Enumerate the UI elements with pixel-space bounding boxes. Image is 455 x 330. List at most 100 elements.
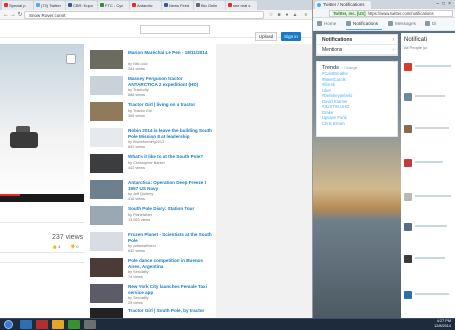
- related-video[interactable]: What's it like to at the South Pole? by …: [88, 152, 214, 178]
- video-player[interactable]: [0, 44, 84, 202]
- taskbar-app-icon[interactable]: [84, 320, 96, 329]
- avatar[interactable]: [404, 159, 412, 167]
- window-controls[interactable]: –□×: [436, 1, 454, 7]
- video-title-link[interactable]: What's it like to at the South Pole?: [128, 154, 212, 160]
- channel-name: by Christopher Barker: [128, 161, 165, 165]
- avatar[interactable]: [404, 291, 412, 299]
- video-title-link[interactable]: Antarctica: Operation Deep Freeze I 1957…: [128, 180, 212, 191]
- like-button[interactable]: 👍 4: [52, 244, 60, 249]
- related-video[interactable]: Massey Ferguson tractor ANTARCTICA 2 exp…: [88, 74, 214, 100]
- player-controls[interactable]: [0, 194, 84, 202]
- page-margin: [216, 44, 312, 318]
- avatar[interactable]: [404, 63, 412, 71]
- reload-icon[interactable]: ↻: [16, 11, 24, 19]
- address-bar[interactable]: Snow Rover.com/t: [24, 11, 264, 19]
- tab-2[interactable]: (73) Twitter: [34, 1, 65, 10]
- extension-icon[interactable]: ▲: [292, 12, 298, 18]
- related-video[interactable]: Marion Maréchal Le Pen - 18/11/2014 by N…: [88, 48, 214, 74]
- video-thumbnail[interactable]: [90, 180, 123, 199]
- view-count: 692 views: [128, 145, 145, 149]
- related-video[interactable]: New York City launches Female Taxi servi…: [88, 282, 214, 308]
- left-toolbar: ← → ↻ Snow Rover.com/t ☆ ■ ● ▲ ≡: [0, 10, 312, 20]
- progress-bar[interactable]: [0, 194, 20, 196]
- avatar[interactable]: [404, 125, 412, 133]
- video-title-link[interactable]: Frozen Planet - Scientists at the South …: [128, 232, 212, 243]
- video-thumbnail[interactable]: [90, 206, 123, 225]
- change-trends-link[interactable]: · Change: [342, 66, 358, 70]
- video-thumbnail[interactable]: [90, 308, 123, 318]
- start-button[interactable]: [4, 320, 13, 329]
- tab-4[interactable]: FTC - Cyc: [98, 1, 129, 10]
- trend-link[interactable]: Chris Brown: [322, 121, 392, 127]
- video-title-link[interactable]: Robin 2014 is leave the building South P…: [128, 128, 212, 139]
- video-thumbnail[interactable]: [90, 258, 123, 277]
- menu-item-mentions[interactable]: Mentions ›: [317, 45, 397, 55]
- extension-icon[interactable]: ■: [276, 12, 282, 18]
- channel-name: by yetibestfriend: [128, 244, 156, 248]
- twitter-window: Twitter / Notifications –□× Twitter, Inc…: [312, 0, 455, 318]
- video-title-link[interactable]: South Pole Diary: Station Tour: [128, 206, 212, 212]
- taskbar-app-icon[interactable]: [68, 320, 80, 329]
- tab-7[interactable]: Bio Onlin: [194, 1, 225, 10]
- video-title-link[interactable]: Massey Ferguson tractor ANTARCTICA 2 exp…: [128, 76, 212, 87]
- system-clock[interactable]: 4:27 PM 12/8/2014: [434, 319, 451, 329]
- like-bar: 👍 4 👎 0: [52, 244, 79, 249]
- avatar[interactable]: [404, 223, 412, 231]
- taskbar-app-icon[interactable]: [20, 320, 32, 329]
- video-thumbnail[interactable]: [90, 232, 123, 251]
- sign-in-button[interactable]: Sign in: [281, 32, 301, 41]
- related-video[interactable]: South Pole Diary: Station Tour by Planet…: [88, 204, 214, 230]
- related-video[interactable]: Frozen Planet - Scientists at the South …: [88, 230, 214, 256]
- video-title-link[interactable]: Tractor Girl | living on a tractor: [128, 102, 212, 108]
- video-title-link[interactable]: Tractor Girl | South Pole, by tractor: [128, 308, 212, 314]
- nav-notifications[interactable]: Notifications: [346, 21, 378, 27]
- nav-discover[interactable]: Di: [425, 21, 436, 27]
- related-video[interactable]: Pole dance competition in Buenos Aires, …: [88, 256, 214, 282]
- tab-5[interactable]: Antarctic: [130, 1, 161, 10]
- view-count: 13,063 views: [128, 218, 151, 222]
- extension-icon[interactable]: ●: [284, 12, 290, 18]
- tab-favicon-icon: [36, 3, 40, 7]
- video-title-link[interactable]: Marion Maréchal Le Pen - 18/11/2014: [128, 50, 212, 56]
- address-bar[interactable]: Twitter, Inc. [US] https://www.twitter.c…: [329, 10, 453, 17]
- tab-8[interactable]: see real s: [226, 1, 257, 10]
- ev-certificate-badge[interactable]: Twitter, Inc. [US]: [332, 11, 367, 16]
- video-thumbnail[interactable]: [90, 50, 123, 69]
- tab-1[interactable]: Special p: [2, 1, 33, 10]
- video-thumbnail[interactable]: [90, 102, 123, 121]
- taskbar-app-icon[interactable]: [52, 320, 64, 329]
- taskbar-app-icon[interactable]: [36, 320, 48, 329]
- menu-icon[interactable]: ≡: [303, 12, 309, 18]
- notifications-stream: Notificati All People yo: [401, 33, 455, 318]
- video-thumbnail[interactable]: [90, 128, 123, 147]
- video-thumbnail[interactable]: [90, 284, 123, 303]
- video-title-link[interactable]: New York City launches Female Taxi servi…: [128, 284, 212, 295]
- notification-text: [415, 293, 449, 295]
- menu-item-notifications[interactable]: Notifications ›: [317, 35, 397, 45]
- tab-3[interactable]: CBR: Kupo: [66, 1, 97, 10]
- envelope-icon: [388, 21, 393, 27]
- left-tabstrip: Special p (73) Twitter CBR: Kupo FTC - C…: [0, 0, 312, 10]
- avatar[interactable]: [404, 193, 412, 201]
- tab-6[interactable]: News Feed: [162, 1, 193, 10]
- avatar[interactable]: [404, 255, 412, 263]
- video-thumbnail[interactable]: [90, 76, 123, 95]
- url-text: https://www.twitter.com/notifications: [367, 11, 434, 16]
- channel-name: by Nils Lido: [128, 62, 148, 66]
- nav-home[interactable]: Home: [317, 21, 336, 27]
- video-thumbnail[interactable]: [90, 154, 123, 173]
- video-title-link[interactable]: Pole dance competition in Buenos Aires, …: [128, 258, 212, 269]
- related-video[interactable]: Robin 2014 is leave the building South P…: [88, 126, 214, 152]
- stream-filter[interactable]: All People yo: [404, 45, 427, 50]
- bookmark-star-icon[interactable]: ☆: [268, 12, 274, 18]
- notification-text: [415, 65, 451, 67]
- related-video[interactable]: Tractor Girl | living on a tractor by Tr…: [88, 100, 214, 126]
- avatar[interactable]: [404, 93, 412, 101]
- related-video[interactable]: Tractor Girl | South Pole, by tractor: [88, 306, 214, 318]
- youtube-search-input[interactable]: [140, 25, 210, 34]
- tab-twitter-notifications[interactable]: Twitter / Notifications: [315, 1, 371, 9]
- related-video[interactable]: Antarctica: Operation Deep Freeze I 1957…: [88, 178, 214, 204]
- nav-messages[interactable]: Messages: [388, 21, 416, 27]
- dislike-button[interactable]: 👎 0: [70, 244, 78, 249]
- upload-button[interactable]: Upload: [255, 32, 277, 41]
